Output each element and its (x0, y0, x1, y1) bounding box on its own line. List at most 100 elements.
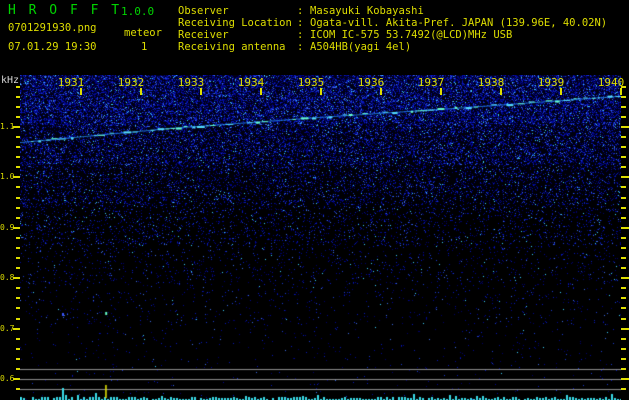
metadata-row: Receiving Location: Ogata-vill. Akita-Pre… (178, 17, 607, 29)
freq-tick-left (16, 347, 20, 350)
freq-tick-right (621, 267, 626, 270)
freq-tick-left (13, 327, 20, 330)
freq-tick-left (16, 317, 20, 320)
metadata-colon: : (297, 29, 304, 41)
time-label: 1933 (177, 76, 205, 89)
time-label: 1932 (117, 76, 145, 89)
freq-tick-left (16, 388, 20, 391)
freq-tick-right (621, 216, 626, 219)
freq-tick-left (16, 115, 20, 118)
metadata-row: Receiving antenna: A504HB(yagi 4el) (178, 41, 607, 53)
freq-tick-left (16, 236, 20, 239)
freq-label: 1.1 (0, 122, 15, 131)
freq-tick-right (621, 146, 626, 149)
time-label: 1931 (57, 76, 85, 89)
mode-label: meteor (124, 27, 162, 39)
time-label: 1938 (477, 76, 505, 89)
freq-tick-left (16, 246, 20, 249)
time-label: 1934 (237, 76, 265, 89)
metadata-row: Observer: Masayuki Kobayashi (178, 5, 607, 17)
freq-tick-right (621, 206, 626, 209)
freq-label: 0.7 (0, 323, 15, 333)
freq-tick-right (621, 105, 626, 108)
metadata-label: Observer (178, 5, 229, 17)
freq-tick-right (621, 357, 626, 360)
freq-tick-right (621, 327, 629, 330)
metadata-value: Ogata-vill. Akita-Pref. JAPAN (139.96E, … (310, 17, 608, 29)
freq-tick-right (621, 347, 626, 350)
freq-tick-left (16, 196, 20, 199)
freq-tick-left (16, 367, 20, 370)
freq-tick-left (16, 146, 20, 149)
hrofft-screen: H R O F F T 1.0.0 0701291930.png meteor … (0, 0, 629, 400)
metadata-label: Receiver (178, 29, 229, 41)
freq-tick-left (16, 156, 20, 159)
time-tick (200, 88, 202, 95)
freq-tick-left (16, 206, 20, 209)
metadata-fields: Observer: Masayuki Kobayashi Receiving Loc… (178, 5, 607, 53)
app-title: H R O F F T (8, 3, 122, 18)
freq-label: 0.8 (0, 273, 15, 283)
metadata-label: Receiving Location (178, 17, 292, 29)
freq-tick-left (13, 226, 20, 229)
freq-tick-right (621, 297, 626, 300)
metadata-colon: : (297, 41, 304, 53)
freq-tick-left (16, 216, 20, 219)
freq-label: 0.6 (0, 374, 15, 383)
time-tick (500, 88, 502, 95)
time-label: 1937 (417, 76, 445, 89)
freq-tick-left (16, 257, 20, 260)
freq-tick-right (621, 176, 629, 179)
freq-tick-left (13, 378, 20, 380)
metadata-colon: : (297, 17, 304, 29)
freq-tick-right (621, 95, 626, 98)
freq-tick-left (13, 126, 20, 128)
metadata-colon: : (297, 5, 304, 17)
freq-label: 1.0 (0, 172, 15, 182)
metadata-value: ICOM IC-575 53.7492(@LCD)MHz USB (310, 29, 513, 41)
freq-tick-right (621, 277, 629, 280)
freq-tick-right (621, 186, 626, 189)
freq-tick-right (621, 246, 626, 249)
freq-tick-right (621, 367, 626, 370)
freq-label: 0.9 (0, 222, 15, 232)
freq-tick-left (16, 297, 20, 300)
time-tick (440, 88, 442, 95)
freq-tick-right (621, 378, 629, 380)
freq-tick-left (16, 267, 20, 270)
time-label: 1936 (357, 76, 385, 89)
time-label: 1935 (297, 76, 325, 89)
freq-tick-right (621, 196, 626, 199)
freq-tick-left (16, 85, 20, 88)
freq-tick-left (16, 186, 20, 189)
time-label: 1940 (597, 76, 625, 89)
freq-tick-right (621, 307, 626, 310)
freq-tick-left (16, 95, 20, 98)
metadata-value: Masayuki Kobayashi (310, 5, 424, 17)
freq-tick-right (621, 126, 629, 128)
freq-tick-left (16, 337, 20, 340)
freq-tick-right (621, 156, 626, 159)
meteor-count: 1 (141, 41, 148, 53)
freq-tick-left (16, 105, 20, 108)
freq-tick-left (16, 307, 20, 310)
freq-tick-left (16, 287, 20, 290)
output-filename: 0701291930.png (8, 22, 97, 34)
freq-axis-unit: kHz (1, 75, 20, 86)
freq-tick-right (621, 388, 626, 391)
metadata-value: A504HB(yagi 4el) (310, 41, 412, 53)
freq-tick-left (16, 166, 20, 169)
freq-tick-right (621, 317, 626, 320)
time-tick (320, 88, 322, 95)
metadata-label: Receiving antenna (178, 41, 286, 53)
time-tick (260, 88, 262, 95)
freq-tick-left (16, 357, 20, 360)
spectrogram-canvas (20, 75, 621, 400)
time-tick (560, 88, 562, 95)
time-label: 1939 (537, 76, 565, 89)
time-tick (140, 88, 142, 95)
time-tick (620, 88, 622, 95)
freq-tick-right (621, 115, 626, 118)
freq-tick-right (621, 136, 626, 139)
time-tick (80, 88, 82, 95)
